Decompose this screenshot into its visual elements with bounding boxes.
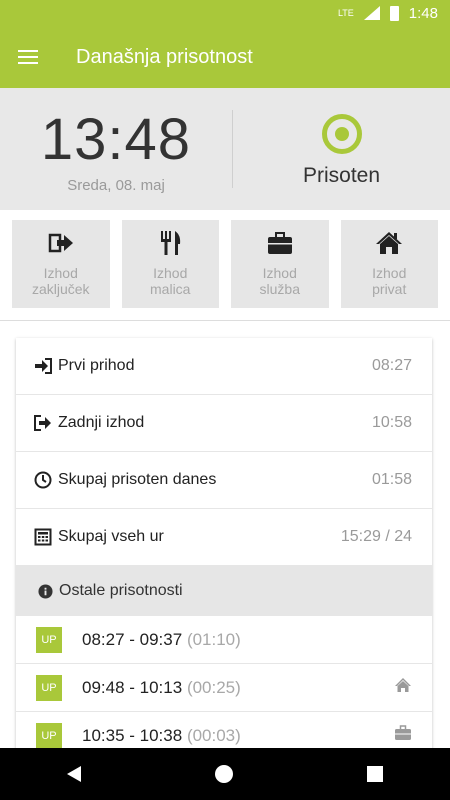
status-bar: LTE 1:48 [0, 0, 450, 26]
status-time: 1:48 [408, 4, 438, 22]
section-title: Ostale prisotnosti [59, 582, 183, 599]
calculator-icon [34, 528, 52, 546]
type-badge: UP [36, 674, 62, 701]
entry-duration: (01:10) [186, 629, 241, 649]
hero-panel: 13:48 Sreda, 08. maj Prisoten [0, 88, 450, 210]
summary-value: 08:27 [371, 357, 412, 374]
summary-row-first-arrival: Prvi prihod 08:27 [16, 338, 432, 395]
back-icon[interactable] [67, 766, 81, 782]
presence-status-icon [321, 114, 362, 154]
action-buttons: Izhod zaključek Izhod malica Izhod služba I… [12, 220, 438, 308]
action-line1: Izhod [153, 265, 188, 281]
summary-value: 01:58 [371, 471, 412, 488]
action-line1: Izhod [262, 265, 297, 281]
attendance-card: Prvi prihod 08:27 Zadnji izhod 10:58 Sku… [16, 338, 432, 758]
summary-row-last-exit: Zadnji izhod 10:58 [16, 395, 432, 452]
current-date: Sreda, 08. maj [67, 176, 165, 194]
summary-row-total-hours: Skupaj vseh ur 15:29 / 24 [16, 509, 432, 566]
entry-range: 08:27 - 09:37 [82, 629, 183, 649]
presence-panel: Prisoten [233, 88, 450, 210]
summary-row-total-today: Skupaj prisoten danes 01:58 [16, 452, 432, 509]
summary-label: Prvi prihod [58, 357, 135, 374]
fork-knife-icon [161, 231, 181, 255]
entry-duration: (00:25) [186, 677, 241, 697]
exit-icon [48, 233, 73, 253]
list-item[interactable]: UP 08:27 - 09:37 (01:10) [16, 616, 432, 664]
page-title: Današnja prisotnost [76, 45, 253, 68]
sign-in-icon [35, 358, 52, 374]
summary-label: Skupaj prisoten danes [58, 471, 217, 488]
battery-icon [389, 5, 399, 21]
menu-icon[interactable] [0, 29, 56, 85]
type-badge: UP [36, 722, 62, 749]
exit-private-button[interactable]: Izhod privat [340, 220, 438, 308]
entry-duration: (00:03) [186, 725, 241, 745]
exit-business-button[interactable]: Izhod služba [231, 220, 329, 308]
current-time: 13:48 [40, 106, 192, 172]
briefcase-icon [267, 232, 292, 254]
lte-label: LTE [337, 8, 354, 18]
entry-range: 10:35 - 10:38 [82, 725, 183, 745]
entry-range: 09:48 - 10:13 [82, 677, 183, 697]
summary-value: 15:29 / 24 [340, 528, 412, 545]
action-line2: služba [259, 281, 300, 297]
summary-value: 10:58 [371, 414, 412, 431]
system-nav-bar [0, 748, 450, 800]
divider [0, 320, 450, 321]
home-icon [395, 678, 411, 692]
clock-icon [34, 471, 52, 489]
list-item[interactable]: UP 09:48 - 10:13 (00:25) [16, 664, 432, 712]
home-button-icon[interactable] [215, 765, 233, 783]
action-line1: Izhod [43, 265, 78, 281]
info-icon [38, 583, 53, 599]
recent-apps-icon[interactable] [367, 766, 383, 782]
action-line1: Izhod [372, 265, 407, 281]
presence-status: Prisoten [302, 164, 381, 187]
other-attendance-header: Ostale prisotnosti [16, 566, 432, 616]
exit-end-button[interactable]: Izhod zaključek [12, 220, 110, 308]
briefcase-icon [395, 725, 411, 740]
action-line2: privat [372, 281, 407, 297]
action-line2: zaključek [31, 281, 90, 297]
clock-panel: 13:48 Sreda, 08. maj [0, 88, 232, 210]
app-bar: Današnja prisotnost [0, 26, 450, 88]
sign-out-icon [34, 415, 51, 431]
action-line2: malica [150, 281, 191, 297]
summary-label: Skupaj vseh ur [58, 528, 164, 545]
exit-lunch-button[interactable]: Izhod malica [121, 220, 219, 308]
type-badge: UP [36, 626, 62, 653]
signal-icon [363, 6, 380, 20]
home-icon [376, 232, 403, 254]
summary-label: Zadnji izhod [58, 414, 145, 431]
